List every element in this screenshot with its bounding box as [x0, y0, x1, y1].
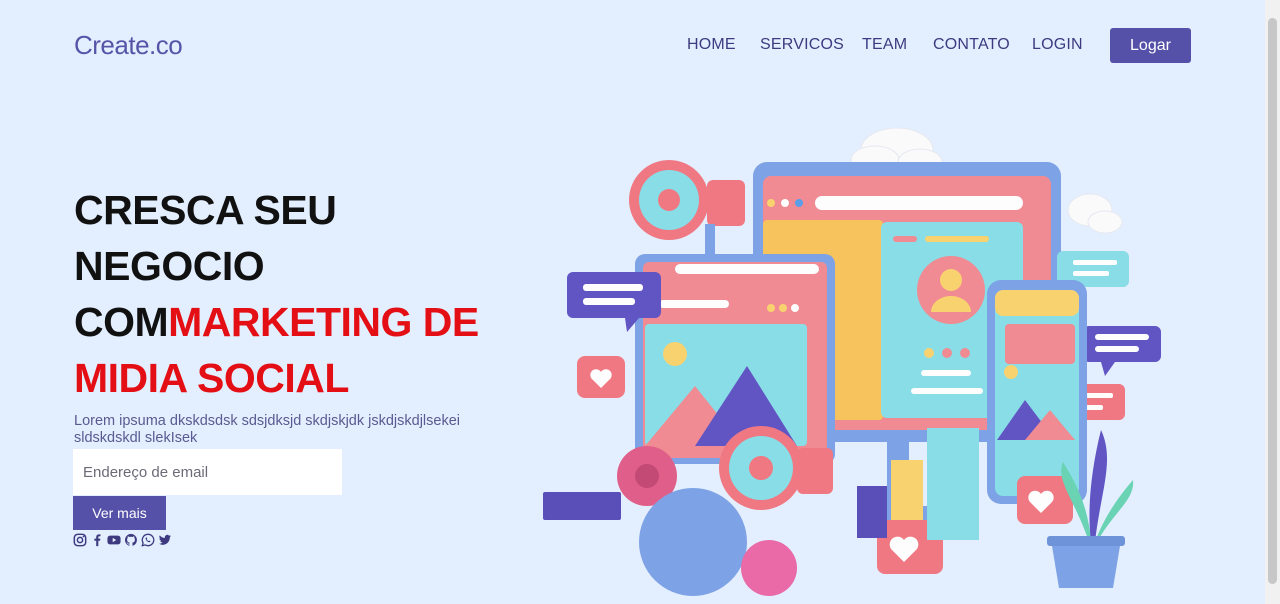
browser-window-icon	[635, 254, 835, 464]
twitter-icon[interactable]	[158, 533, 172, 547]
facebook-icon[interactable]	[90, 533, 104, 547]
ver-mais-button[interactable]: Ver mais	[73, 496, 166, 530]
social-marketing-illustration	[543, 127, 1161, 596]
hero-title-line1: CRESCA SEU	[74, 187, 337, 233]
landing-page: Create.co HOME SERVICOS TEAM CONTATO LOG…	[0, 0, 1280, 604]
logar-button[interactable]: Logar	[1110, 28, 1191, 63]
email-input[interactable]	[73, 449, 342, 495]
vertical-scrollbar[interactable]	[1265, 0, 1280, 604]
nav-contato[interactable]: CONTATO	[933, 36, 1010, 54]
whatsapp-icon[interactable]	[141, 533, 155, 547]
nav-team[interactable]: TEAM	[862, 36, 907, 54]
github-icon[interactable]	[124, 533, 138, 547]
nav-login[interactable]: LOGIN	[1032, 36, 1083, 54]
hero-title: CRESCA SEU NEGOCIO COMMARKETING DE MIDIA…	[74, 182, 514, 406]
youtube-icon[interactable]	[107, 533, 121, 547]
main-nav: HOME SERVICOS TEAM CONTATO LOGIN	[0, 36, 1200, 56]
instagram-icon[interactable]	[73, 533, 87, 547]
hero-title-highlight: MARKETING DE	[168, 299, 479, 345]
hero-title-line4: MIDIA SOCIAL	[74, 355, 349, 401]
social-links	[73, 533, 172, 547]
smartphone-icon	[987, 280, 1087, 504]
nav-servicos[interactable]: SERVICOS	[760, 36, 844, 54]
hero-title-line2: NEGOCIO	[74, 243, 265, 289]
hero-title-line3: COM	[74, 299, 169, 345]
megaphone-icon	[629, 160, 745, 254]
hero-description: Lorem ipsuma dkskdsdsk sdsjdksjd skdjskj…	[74, 413, 460, 446]
nav-home[interactable]: HOME	[687, 36, 736, 54]
scrollbar-thumb[interactable]	[1268, 18, 1277, 584]
